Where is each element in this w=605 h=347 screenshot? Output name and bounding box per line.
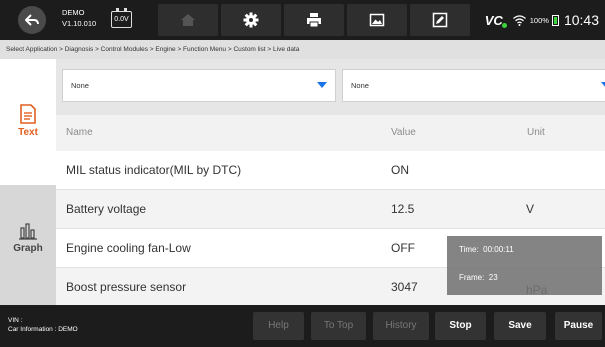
row-name: Engine cooling fan-Low [66,241,191,255]
gear-icon [243,12,259,28]
to-top-button[interactable]: To Top [311,312,366,340]
tooltip-frame: Frame: 23 [459,273,498,282]
car-info: Car Information : DEMO [8,325,78,334]
home-button[interactable] [158,4,218,36]
row-value: ON [391,163,409,177]
tab-text-label: Text [18,127,38,138]
row-value: 3047 [391,280,418,294]
bar-graph-icon [19,223,37,240]
history-button[interactable]: History [373,312,429,340]
tab-graph-label: Graph [13,243,43,254]
status-area: VC 100% 10:43 [485,11,599,29]
save-button[interactable]: Save [494,312,546,340]
vci-connection-icon: VC [484,12,507,28]
document-icon [20,104,36,124]
dropdown-1-value: None [71,81,89,90]
tooltip-frame-value: 23 [488,273,498,282]
app-info: DEMO V1.10.010 [62,7,96,29]
car-info-label: Car Information : [8,326,57,333]
row-name: MIL status indicator(MIL by DTC) [66,163,242,177]
bottom-bar: VIN : Car Information : DEMO Help To Top… [0,305,605,347]
app-name: DEMO [62,8,85,17]
vehicle-info: VIN : Car Information : DEMO [8,316,78,334]
edit-icon [432,12,448,28]
battery-percent: 100% [529,15,549,25]
car-info-value: DEMO [58,326,78,333]
home-icon [181,14,195,26]
view-mode-sidebar: Text Graph [0,59,56,305]
header-value: Value [391,127,416,138]
back-arrow-icon [25,14,39,26]
battery-voltage-icon: 0.0V [111,8,132,28]
tooltip-time: Time: 00:00:11 [459,245,514,254]
dropdown-arrow-icon [317,82,327,88]
vin-label: VIN : [8,317,23,324]
help-button[interactable]: Help [253,312,304,340]
row-unit: V [526,202,535,216]
clock: 10:43 [563,12,599,28]
printer-icon [307,13,321,28]
settings-button[interactable] [221,4,281,36]
tab-graph[interactable]: Graph [0,185,56,305]
row-value: 12.5 [391,202,415,216]
tab-text[interactable]: Text [0,59,56,185]
pause-button[interactable]: Pause [555,312,602,340]
row-name: Battery voltage [66,202,147,216]
battery-icon [551,14,559,26]
tooltip-time-value: 00:00:11 [483,245,514,254]
row-name: Boost pressure sensor [66,280,187,294]
dropdown-2-value: None [351,81,369,90]
dropdown-2[interactable]: None [342,69,605,102]
voltage-value: 0.0V [114,16,129,23]
selector-row: None None [56,59,605,115]
tooltip-frame-label: Frame: [459,273,485,282]
dropdown-arrow-icon [601,82,605,88]
table-row[interactable]: MIL status indicator(MIL by DTC) ON [56,151,605,190]
vci-label: VC [484,12,503,28]
screenshot-button[interactable] [347,4,407,36]
app-version: V1.10.010 [62,19,97,28]
header-unit: Unit [527,127,545,138]
print-button[interactable] [284,4,344,36]
breadcrumb: Select Application > Diagnosis > Control… [0,40,605,59]
back-button[interactable] [18,6,46,34]
header-name: Name [66,127,93,138]
edit-button[interactable] [410,4,470,36]
dropdown-1[interactable]: None [62,69,336,102]
table-header: Name Value Unit [56,115,605,151]
table-row[interactable]: Battery voltage 12.5 V [56,190,605,229]
image-icon [369,13,385,27]
tooltip-time-label: Time: [459,245,479,254]
top-bar: DEMO V1.10.010 0.0V VC 100% 10:43 [0,0,605,40]
wifi-icon [512,14,526,26]
time-frame-tooltip: Time: 00:00:11 Frame: 23 [447,236,602,295]
stop-button[interactable]: Stop [435,312,486,340]
row-value: OFF [391,241,415,255]
